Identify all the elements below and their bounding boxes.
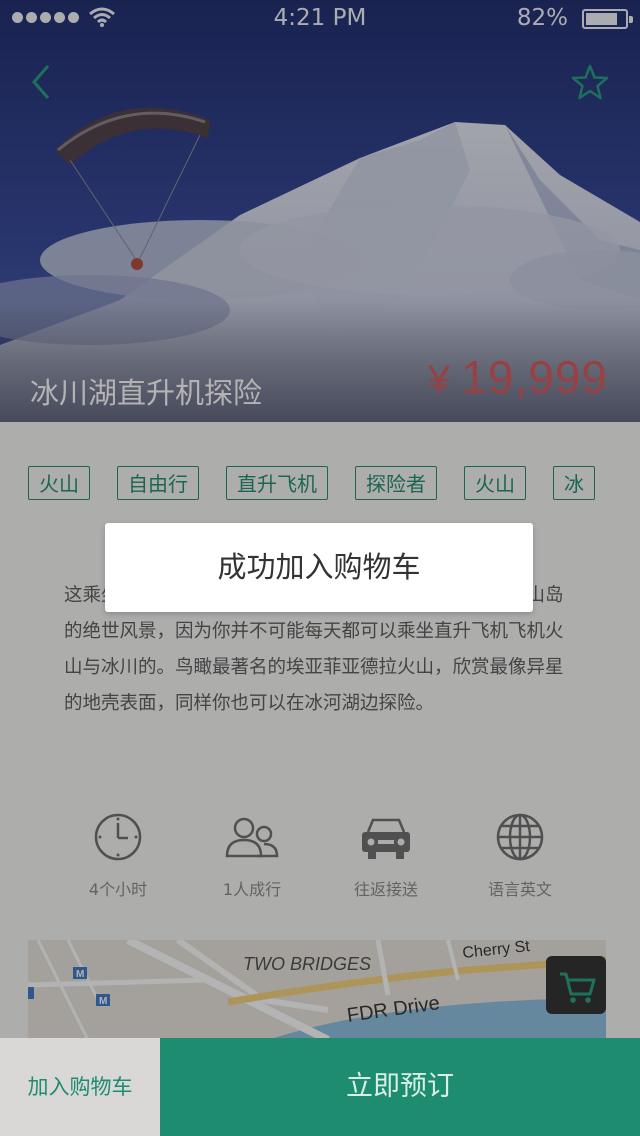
metro-marker: M xyxy=(76,969,84,980)
battery-icon xyxy=(582,9,633,29)
people-icon xyxy=(225,817,279,858)
favorite-button[interactable] xyxy=(568,62,612,102)
globe-icon xyxy=(496,813,544,861)
feature-transfer: 往返接送 xyxy=(326,812,446,900)
book-now-button[interactable]: 立即预订 xyxy=(160,1038,640,1136)
feature-list: 4个小时 1人成行 往返接送 语言英文 xyxy=(50,812,590,922)
location-map[interactable]: M M TWO BRIDGES FDR Drive Cherry St xyxy=(28,940,606,1040)
status-bar: 4:21 PM 82% xyxy=(0,0,640,40)
tag-item[interactable]: 火山 xyxy=(464,466,526,500)
price-value: 19,999 xyxy=(461,351,608,403)
cart-button[interactable] xyxy=(546,956,606,1014)
tour-title: 冰川湖直升机探险 xyxy=(30,376,263,410)
feature-group-size: 1人成行 xyxy=(192,812,312,900)
star-icon xyxy=(571,64,609,100)
screen: 4:21 PM 82% 冰川湖直升机探险 ¥19,999 火山 自由行 直升飞机 探险… xyxy=(0,0,640,1136)
metro-marker: M xyxy=(99,996,107,1007)
back-button[interactable] xyxy=(22,62,62,102)
feature-label: 4个小时 xyxy=(88,880,148,899)
currency-symbol: ¥ xyxy=(428,358,452,402)
shopping-cart-icon xyxy=(560,972,596,1003)
feature-label: 往返接送 xyxy=(353,880,418,899)
tag-list: 火山 自由行 直升飞机 探险者 火山冰 xyxy=(28,466,608,504)
hero-banner: 4:21 PM 82% 冰川湖直升机探险 ¥19,999 xyxy=(0,0,640,422)
tag-item[interactable]: 探险者 xyxy=(355,466,437,500)
map-label-two-bridges: TWO BRIDGES xyxy=(243,954,371,974)
tag-item[interactable]: 直升飞机 xyxy=(226,466,328,500)
feature-language: 语言英文 xyxy=(460,812,580,900)
chevron-left-icon xyxy=(32,65,50,99)
feature-label: 语言英文 xyxy=(487,880,552,899)
add-to-cart-button[interactable]: 加入购物车 xyxy=(0,1038,160,1136)
feature-label: 1人成行 xyxy=(222,880,282,899)
tag-item[interactable]: 冰 xyxy=(553,466,595,500)
battery-percent: 82% xyxy=(516,5,568,31)
clock-icon xyxy=(94,813,142,861)
car-icon xyxy=(362,818,410,859)
feature-duration: 4个小时 xyxy=(58,812,178,900)
tag-item[interactable]: 自由行 xyxy=(117,466,199,500)
map-image: M M TWO BRIDGES FDR Drive Cherry St xyxy=(28,940,606,1040)
bottom-action-bar: 加入购物车 立即预订 xyxy=(0,1038,640,1136)
toast-message: 成功加入购物车 xyxy=(105,523,533,612)
tour-price: ¥19,999 xyxy=(428,350,608,404)
tag-item[interactable]: 火山 xyxy=(28,466,90,500)
